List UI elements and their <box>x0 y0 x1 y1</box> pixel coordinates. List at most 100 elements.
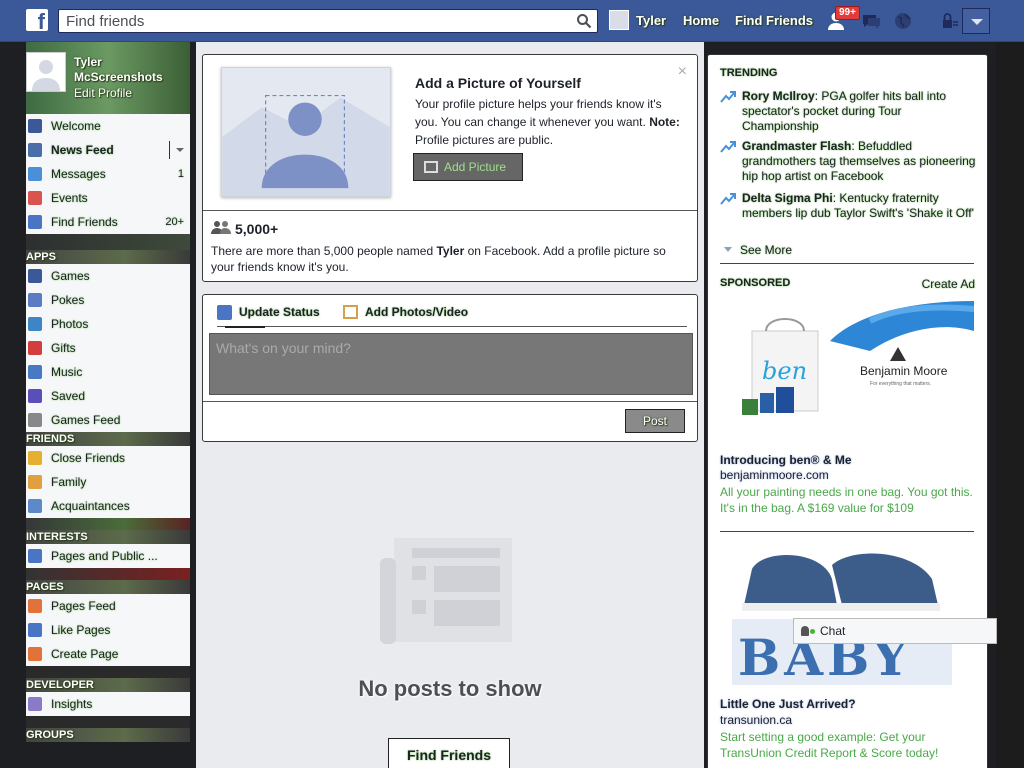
section-header-interests: INTERESTS <box>26 530 190 544</box>
friends-list: Close Friends Family Acquaintances <box>26 446 190 518</box>
sidebar-item-count: 20+ <box>165 216 184 228</box>
controller-icon <box>28 413 42 427</box>
sidebar-item-saved[interactable]: Saved <box>26 384 190 408</box>
people-icon <box>211 221 231 234</box>
sidebar-item-label: Like Pages <box>51 623 111 637</box>
chevron-down-icon[interactable] <box>176 148 184 152</box>
section-header-apps: APPS <box>26 250 190 264</box>
sidebar-item-pages-feed[interactable]: Pages Feed <box>26 594 190 618</box>
camera-icon <box>424 161 438 173</box>
profile-name[interactable]: Tyler McScreenshots <box>74 55 184 85</box>
people-note-name: Tyler <box>436 244 465 258</box>
trending-arrow-icon <box>720 193 736 205</box>
tab-update-status[interactable]: Update Status <box>217 305 320 320</box>
sidebar-item-label: Music <box>51 365 83 379</box>
trending-header: TRENDING <box>720 67 778 79</box>
bookmark-icon <box>28 389 42 403</box>
sidebar-item-games[interactable]: Games <box>26 264 190 288</box>
post-button[interactable]: Post <box>625 409 685 433</box>
sidebar-item-music[interactable]: Music <box>26 360 190 384</box>
facebook-logo[interactable]: f <box>26 9 48 31</box>
privacy-lock-icon[interactable] <box>938 10 960 32</box>
ad-title[interactable]: Introducing ben® & Me <box>720 453 852 467</box>
close-icon[interactable]: × <box>678 63 687 81</box>
nav-home-link[interactable]: Home <box>683 13 719 28</box>
trending-item[interactable]: Rory McIlroy: PGA golfer hits ball into … <box>720 89 978 134</box>
account-menu-button[interactable] <box>962 8 990 34</box>
ad-image-benjamin-moore[interactable]: ben Benjamin Moore For everything that m… <box>720 301 974 431</box>
facebook-icon <box>28 119 42 133</box>
prompt-text: Your profile picture helps your friends … <box>415 95 685 149</box>
find-friends-button[interactable]: Find Friends <box>388 738 510 768</box>
people-note-text: There are more than 5,000 people named <box>211 244 437 258</box>
sidebar-item-games-feed[interactable]: Games Feed <box>26 408 190 432</box>
friends-icon <box>28 215 42 229</box>
status-input[interactable]: What's on your mind? <box>209 333 693 395</box>
ad-title[interactable]: Little One Just Arrived? <box>720 697 856 711</box>
sidebar-item-pokes[interactable]: Pokes <box>26 288 190 312</box>
notification-badge[interactable]: 99+ <box>835 6 860 20</box>
tab-add-photos[interactable]: Add Photos/Video <box>343 305 468 319</box>
star-icon <box>28 451 42 465</box>
sidebar-profile: Tyler McScreenshots Edit Profile <box>26 42 190 114</box>
trending-item[interactable]: Delta Sigma Phi: Kentucky fraternity mem… <box>720 191 978 221</box>
trending-topic[interactable]: Rory McIlroy <box>742 89 815 103</box>
sidebar-item-pages-and-public[interactable]: Pages and Public ... <box>26 544 190 568</box>
trending-topic[interactable]: Delta Sigma Phi <box>742 191 833 205</box>
create-ad-link[interactable]: Create Ad <box>922 277 975 291</box>
ad-url[interactable]: benjaminmoore.com <box>720 468 829 482</box>
ad-url[interactable]: transunion.ca <box>720 713 792 727</box>
like-icon <box>28 623 42 637</box>
sidebar-item-label: Gifts <box>51 341 76 355</box>
section-header-friends: FRIENDS <box>26 432 190 446</box>
search-input[interactable]: Find friends <box>58 9 598 33</box>
sidebar-item-gifts[interactable]: Gifts <box>26 336 190 360</box>
pencil-icon <box>217 305 232 320</box>
sidebar-item-insights[interactable]: Insights <box>26 692 190 716</box>
section-header-pages: PAGES <box>26 580 190 594</box>
insights-icon <box>28 697 42 711</box>
messages-icon[interactable] <box>860 10 882 32</box>
sidebar-item-close-friends[interactable]: Close Friends <box>26 446 190 470</box>
sidebar-item-like-pages[interactable]: Like Pages <box>26 618 190 642</box>
edit-profile-link[interactable]: Edit Profile <box>74 86 132 100</box>
tab-update-status-label: Update Status <box>239 305 320 319</box>
default-avatar-icon <box>27 53 65 91</box>
music-icon <box>28 365 42 379</box>
person-icon <box>801 626 809 636</box>
developer-list: Insights <box>26 692 190 716</box>
sidebar-item-messages[interactable]: Messages 1 <box>26 162 190 186</box>
nav-profile-link[interactable]: Tyler <box>636 13 666 28</box>
see-more-link[interactable]: See More <box>722 243 792 257</box>
profile-picture-placeholder[interactable] <box>221 67 391 197</box>
sidebar-item-label: Insights <box>51 697 93 711</box>
avatar[interactable] <box>609 10 629 30</box>
globe-icon[interactable] <box>892 10 914 32</box>
search-placeholder: Find friends <box>66 13 145 30</box>
sidebar-item-find-friends[interactable]: Find Friends 20+ <box>26 210 190 234</box>
ad-image-baby[interactable]: BABY <box>732 549 952 685</box>
trending-topic[interactable]: Grandmaster Flash <box>742 139 851 153</box>
trending-item[interactable]: Grandmaster Flash: Befuddled grandmother… <box>720 139 978 184</box>
chat-bar[interactable]: Chat <box>793 618 997 644</box>
sidebar-item-welcome[interactable]: Welcome <box>26 114 190 138</box>
search-icon[interactable] <box>576 13 592 29</box>
sidebar-item-photos[interactable]: Photos <box>26 312 190 336</box>
sidebar-item-label: Welcome <box>51 119 101 133</box>
photos-icon <box>28 317 42 331</box>
sidebar-item-family[interactable]: Family <box>26 470 190 494</box>
ad-text: Start setting a good example: Get your T… <box>720 730 939 760</box>
sidebar-item-create-page[interactable]: Create Page <box>26 642 190 666</box>
divider <box>720 263 974 264</box>
nav-find-friends-link[interactable]: Find Friends <box>735 13 813 28</box>
avatar[interactable] <box>26 52 66 92</box>
sidebar-item-acquaintances[interactable]: Acquaintances <box>26 494 190 518</box>
poke-icon <box>28 293 42 307</box>
people-note: There are more than 5,000 people named T… <box>211 243 681 275</box>
sidebar-item-news-feed[interactable]: News Feed <box>26 138 190 162</box>
composer: Update Status Add Photos/Video What's on… <box>202 294 698 442</box>
sidebar-item-count: 1 <box>177 168 184 180</box>
sidebar-item-events[interactable]: Events <box>26 186 190 210</box>
favorites-list: Welcome News Feed Messages 1 Events Find Frie… <box>26 114 190 234</box>
add-picture-button[interactable]: Add Picture <box>413 153 523 181</box>
